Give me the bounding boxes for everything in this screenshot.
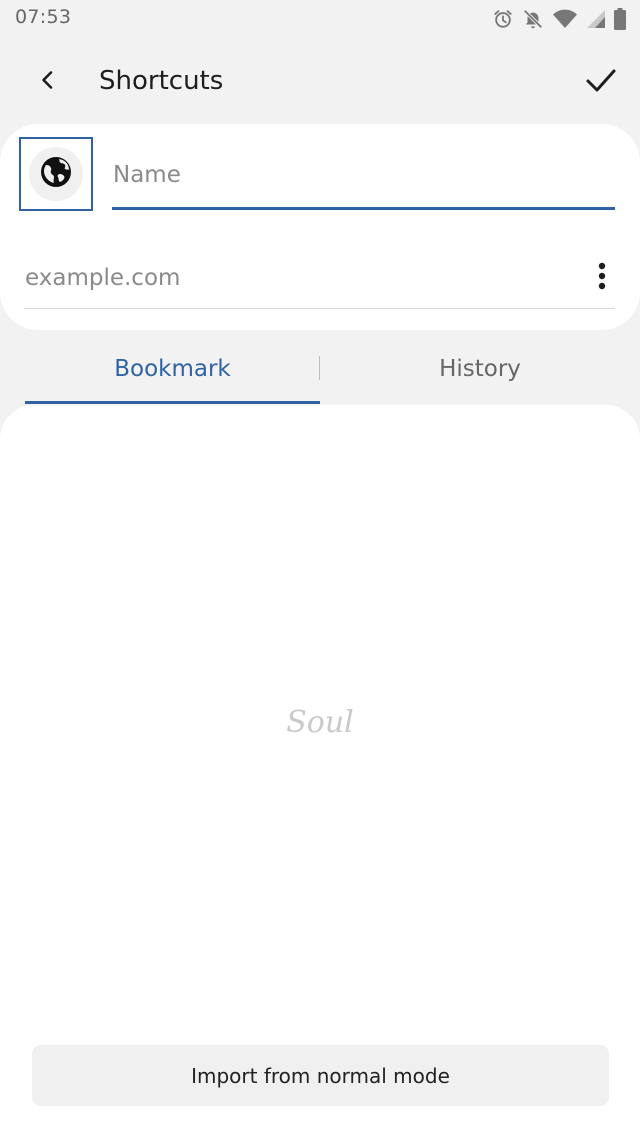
confirm-button[interactable] [576,58,626,106]
url-underline [24,308,615,309]
alarm-icon [492,8,514,30]
more-options-button[interactable] [584,254,620,302]
source-tabs: Bookmark History [0,334,640,406]
favicon-picker[interactable] [19,137,93,211]
shortcuts-screen: 07:53 Shortcuts Name example.com Bookmar… [0,0,640,1138]
back-button[interactable] [24,58,72,106]
battery-icon [614,8,626,30]
status-icons [492,7,626,31]
url-input[interactable] [24,248,569,308]
wifi-icon [552,8,578,30]
tab-bookmark[interactable]: Bookmark [25,334,320,404]
favicon-preview [29,147,83,201]
page-title: Shortcuts [99,66,224,96]
check-icon [585,66,617,98]
chevron-left-icon [37,69,59,95]
status-time: 07:53 [15,6,72,28]
globe-icon [40,156,72,192]
empty-watermark: Soul [286,705,354,740]
name-input[interactable] [112,154,615,210]
shortcut-form [0,124,640,330]
notifications-off-icon [522,8,544,30]
tab-indicator [25,401,320,404]
toolbar: Shortcuts [0,44,640,120]
tab-history[interactable]: History [320,334,640,404]
bookmark-list-panel: Soul Import from normal mode [0,405,640,1138]
signal-icon [586,9,606,29]
import-from-normal-mode-button[interactable]: Import from normal mode [32,1045,609,1106]
status-bar: 07:53 [0,0,640,38]
more-vertical-icon [598,262,606,294]
